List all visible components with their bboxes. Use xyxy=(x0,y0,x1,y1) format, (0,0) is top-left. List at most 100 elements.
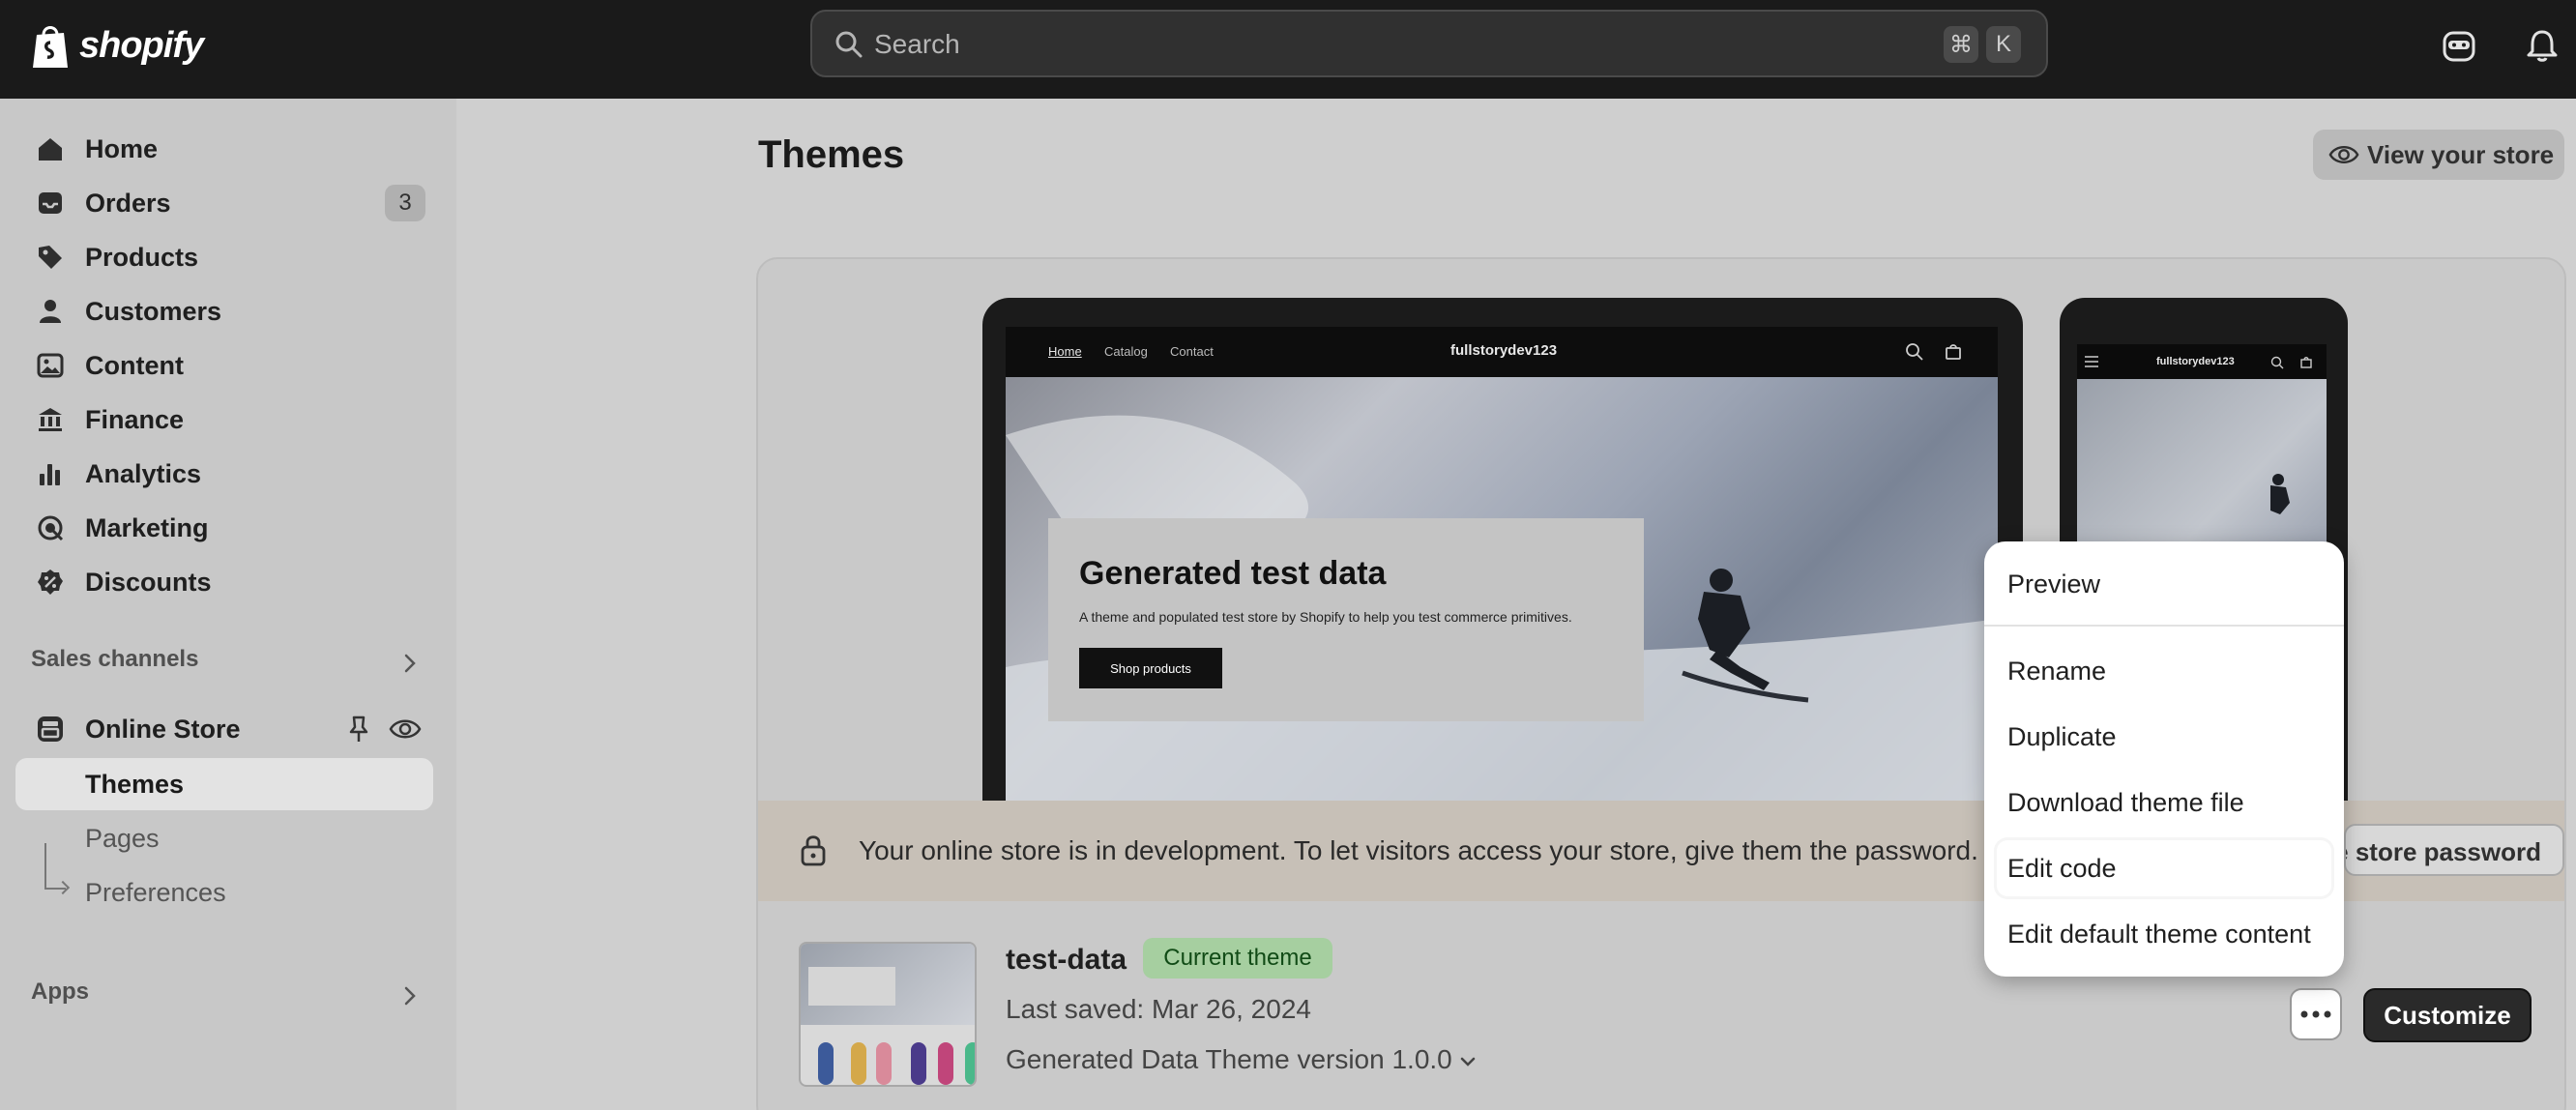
shopify-wordmark: shopify xyxy=(79,24,204,66)
menu-item-label: Download theme file xyxy=(2007,787,2244,817)
menu-item-duplicate[interactable]: Duplicate xyxy=(1994,706,2334,768)
chevron-right-icon[interactable] xyxy=(396,650,424,677)
menu-icon xyxy=(2085,356,2098,367)
sidebar-item-label: Products xyxy=(85,242,199,272)
shopify-logo[interactable]: shopify xyxy=(29,21,204,70)
menu-item-edit-default-content[interactable]: Edit default theme content xyxy=(1994,903,2334,965)
menu-item-preview[interactable]: Preview xyxy=(1994,553,2334,615)
ellipsis-icon xyxy=(2300,1010,2331,1018)
mobile-preview-nav: fullstorydev123 xyxy=(2077,344,2327,379)
thumbnail-board xyxy=(965,1042,975,1085)
preview-hero-image: Generated test data A theme and populate… xyxy=(1006,377,1998,806)
mobile-preview-store-name: fullstorydev123 xyxy=(2156,356,2235,367)
discount-icon xyxy=(38,570,63,595)
bank-icon xyxy=(39,408,62,431)
sidebar-item-content[interactable]: Content xyxy=(15,340,433,391)
bell-icon[interactable] xyxy=(2524,27,2561,64)
sidebar-item-products[interactable]: Products xyxy=(15,232,433,282)
bar-chart-icon xyxy=(40,464,60,485)
preview-nav-contact: Contact xyxy=(1170,344,1214,359)
image-icon xyxy=(37,353,64,378)
preview-hero-card: Generated test data A theme and populate… xyxy=(1048,518,1644,721)
sidebar-item-label: Online Store xyxy=(85,714,241,744)
tag-icon xyxy=(39,246,62,269)
target-icon xyxy=(38,515,64,541)
more-actions-button[interactable] xyxy=(2290,988,2342,1040)
search-icon xyxy=(1906,343,1923,361)
shortcut-cmd-key: ⌘ xyxy=(1944,26,1978,63)
shopify-bag-icon xyxy=(33,26,68,68)
share-password-label: Share store password xyxy=(2346,837,2541,866)
shortcut-k-key: K xyxy=(1986,26,2021,63)
search-icon xyxy=(2270,356,2284,369)
lock-icon xyxy=(801,835,826,866)
sidebar-item-label: Analytics xyxy=(85,458,202,488)
view-store-button[interactable]: View your store xyxy=(2313,130,2564,180)
chevron-right-icon[interactable] xyxy=(396,982,424,1009)
sidebar-item-label: Orders xyxy=(85,188,171,218)
sales-channels-heading: Sales channels xyxy=(31,646,199,672)
sidebar-item-marketing[interactable]: Marketing xyxy=(15,503,433,553)
top-bar: shopify Search ⌘ K xyxy=(0,0,2576,99)
thumbnail-board xyxy=(818,1042,834,1085)
cart-icon xyxy=(2300,357,2312,368)
preview-hero-title: Generated test data xyxy=(1079,555,1387,592)
preview-hero-subtitle: A theme and populated test store by Shop… xyxy=(1079,609,1572,625)
theme-thumbnail[interactable] xyxy=(799,942,977,1087)
theme-last-saved: Last saved: Mar 26, 2024 xyxy=(1006,994,1311,1024)
sidebar-sub-label: Themes xyxy=(85,769,185,799)
theme-version[interactable]: Generated Data Theme version 1.0.0 xyxy=(1006,1044,1452,1075)
apps-heading: Apps xyxy=(31,979,89,1005)
sidekick-icon[interactable] xyxy=(2441,27,2477,64)
preview-nav-home: Home xyxy=(1048,344,1082,359)
sidebar-item-preferences[interactable]: Preferences xyxy=(15,866,433,919)
preview-store-name: fullstorydev123 xyxy=(1450,342,1558,359)
menu-item-label: Rename xyxy=(2007,656,2107,686)
eye-icon[interactable] xyxy=(389,716,422,743)
eye-icon xyxy=(2328,146,2359,163)
sidebar-item-themes[interactable]: Themes xyxy=(15,758,433,810)
development-banner-text: Your online store is in development. To … xyxy=(859,835,1978,865)
cart-icon xyxy=(1946,344,1961,360)
menu-item-label: Preview xyxy=(2007,569,2101,599)
sidebar-item-label: Content xyxy=(85,350,184,380)
sidebar: Home Orders 3 Products Customers Content… xyxy=(0,99,456,1110)
sidebar-item-finance[interactable]: Finance xyxy=(15,394,433,445)
customize-button[interactable]: Customize xyxy=(2363,988,2532,1042)
menu-item-label: Edit default theme content xyxy=(2007,919,2311,949)
person-icon xyxy=(40,300,61,323)
thumbnail-hero-card xyxy=(808,967,895,1006)
sidebar-item-analytics[interactable]: Analytics xyxy=(15,449,433,499)
sidebar-item-customers[interactable]: Customers xyxy=(15,286,433,336)
sidebar-item-home[interactable]: Home xyxy=(15,124,433,174)
inbox-icon xyxy=(39,192,62,214)
theme-name: test-data xyxy=(1006,944,1127,976)
sidebar-item-label: Home xyxy=(85,133,159,163)
share-password-button[interactable]: Share store password xyxy=(2344,824,2564,876)
menu-item-download-theme[interactable]: Download theme file xyxy=(1994,772,2334,833)
chevron-down-icon[interactable] xyxy=(1456,1050,1479,1073)
search-bar[interactable]: Search ⌘ K xyxy=(810,10,2048,77)
view-store-label: View your store xyxy=(2367,139,2555,169)
store-icon xyxy=(38,716,63,742)
sidebar-item-orders[interactable]: Orders 3 xyxy=(15,178,433,228)
menu-item-edit-code[interactable]: Edit code xyxy=(1994,837,2334,899)
sidebar-item-label: Finance xyxy=(85,404,185,434)
pin-icon[interactable] xyxy=(344,714,373,745)
search-icon xyxy=(835,31,863,58)
home-icon xyxy=(39,138,62,161)
desktop-preview[interactable]: Home Catalog Contact fullstorydev123 Gen… xyxy=(982,298,2023,839)
theme-actions-menu: Preview Rename Duplicate Download theme … xyxy=(1984,541,2344,977)
orders-count-badge: 3 xyxy=(385,185,425,221)
preview-nav: Home Catalog Contact fullstorydev123 xyxy=(1006,327,1998,377)
sidebar-sub-label: Pages xyxy=(85,823,160,853)
thumbnail-board xyxy=(911,1042,926,1085)
thumbnail-board xyxy=(938,1042,953,1085)
sidebar-item-discounts[interactable]: Discounts xyxy=(15,557,433,607)
sidebar-item-pages[interactable]: Pages xyxy=(15,812,433,864)
thumbnail-board xyxy=(851,1042,866,1085)
sidebar-sub-label: Preferences xyxy=(85,877,226,907)
sidebar-item-label: Customers xyxy=(85,296,222,326)
search-placeholder: Search xyxy=(874,29,960,59)
menu-item-rename[interactable]: Rename xyxy=(1994,640,2334,702)
